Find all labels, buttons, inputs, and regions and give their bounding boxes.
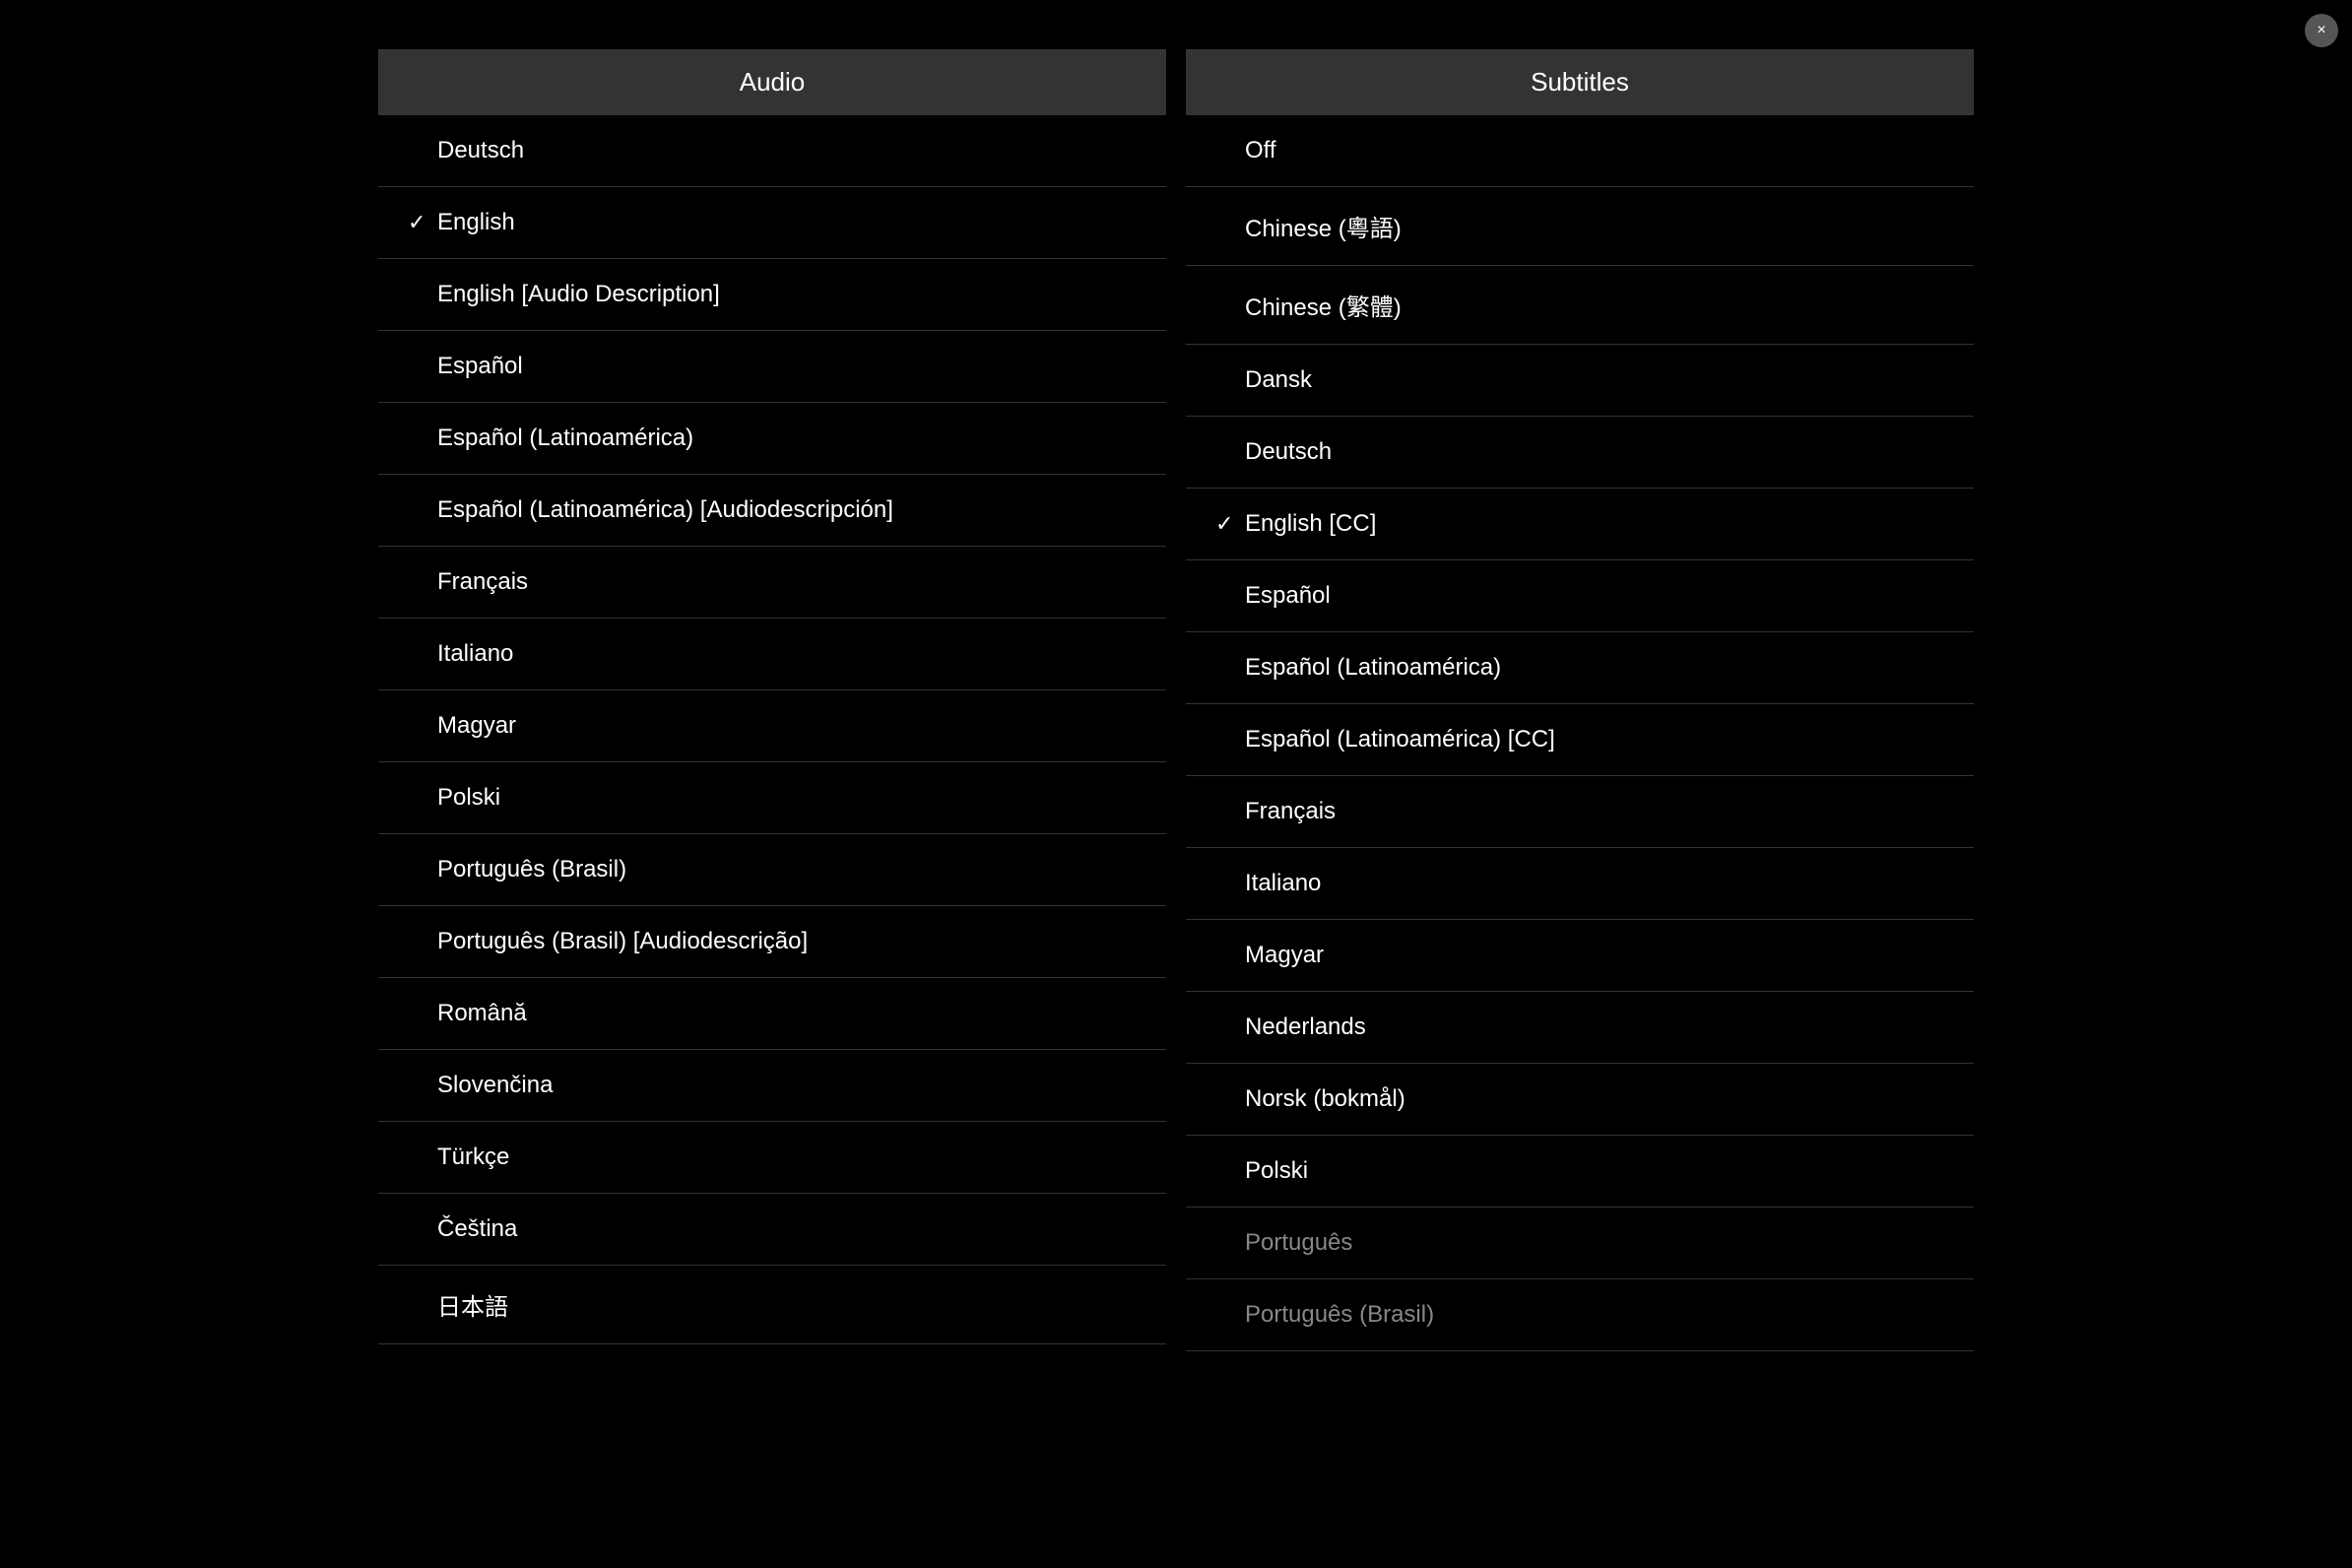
audio-panel-header: Audio xyxy=(378,49,1166,115)
audio-list-item[interactable]: Polski xyxy=(378,762,1166,834)
audio-list-item[interactable]: Deutsch xyxy=(378,115,1166,187)
audio-item-label: English xyxy=(437,209,1137,236)
subtitles-item-label: Español xyxy=(1245,582,1944,610)
audio-item-label: Türkçe xyxy=(437,1143,1137,1171)
audio-item-label: 日本語 xyxy=(437,1287,1137,1322)
subtitles-item-label: English [CC] xyxy=(1245,510,1944,538)
audio-list-item[interactable]: 日本語 xyxy=(378,1266,1166,1344)
check-icon: ✓ xyxy=(1215,511,1235,537)
subtitles-item-label: Norsk (bokmål) xyxy=(1245,1085,1944,1113)
subtitles-list-item[interactable]: Chinese (粵語) xyxy=(1186,187,1974,266)
subtitles-item-label: Dansk xyxy=(1245,366,1944,394)
subtitles-list-item[interactable]: Deutsch xyxy=(1186,417,1974,489)
subtitles-item-label: Español (Latinoamérica) [CC] xyxy=(1245,726,1944,753)
audio-item-label: Italiano xyxy=(437,640,1137,668)
audio-item-label: Español (Latinoamérica) xyxy=(437,425,1137,452)
audio-list-item[interactable]: Italiano xyxy=(378,619,1166,690)
audio-item-label: English [Audio Description] xyxy=(437,281,1137,308)
close-icon: × xyxy=(2317,22,2325,39)
audio-list-item[interactable]: Français xyxy=(378,547,1166,619)
audio-item-label: Slovenčina xyxy=(437,1072,1137,1099)
subtitles-item-label: Português xyxy=(1245,1229,1944,1257)
subtitles-list-item[interactable]: Nederlands xyxy=(1186,992,1974,1064)
audio-list-item[interactable]: Español xyxy=(378,331,1166,403)
check-icon: ✓ xyxy=(408,210,427,235)
subtitles-list-item[interactable]: ✓ English [CC] xyxy=(1186,489,1974,560)
audio-item-label: Deutsch xyxy=(437,137,1137,164)
subtitles-item-label: Nederlands xyxy=(1245,1013,1944,1041)
subtitles-list-item[interactable]: Español (Latinoamérica) [CC] xyxy=(1186,704,1974,776)
audio-list-item[interactable]: Slovenčina xyxy=(378,1050,1166,1122)
subtitles-list-item[interactable]: Português (Brasil) xyxy=(1186,1279,1974,1351)
audio-list-item[interactable]: Português (Brasil) [Audiodescrição] xyxy=(378,906,1166,978)
audio-list-item[interactable]: Čeština xyxy=(378,1194,1166,1266)
audio-item-label: Español (Latinoamérica) [Audiodescripció… xyxy=(437,496,1137,524)
subtitles-list-item[interactable]: Norsk (bokmål) xyxy=(1186,1064,1974,1136)
audio-item-label: Polski xyxy=(437,784,1137,812)
audio-panel: Audio Deutsch ✓ English English [Audio Desc… xyxy=(378,49,1166,1351)
subtitles-list-item[interactable]: Español (Latinoamérica) xyxy=(1186,632,1974,704)
subtitles-item-label: Chinese (粵語) xyxy=(1245,209,1944,243)
audio-item-label: Português (Brasil) xyxy=(437,856,1137,883)
subtitles-list-item[interactable]: Español xyxy=(1186,560,1974,632)
audio-list-item[interactable]: Português (Brasil) xyxy=(378,834,1166,906)
audio-item-label: Español xyxy=(437,353,1137,380)
subtitles-list-item[interactable]: Polski xyxy=(1186,1136,1974,1208)
subtitles-list-item[interactable]: Off xyxy=(1186,115,1974,187)
subtitles-item-label: Off xyxy=(1245,137,1944,164)
subtitles-panel-header: Subtitles xyxy=(1186,49,1974,115)
subtitles-item-label: Español (Latinoamérica) xyxy=(1245,654,1944,682)
subtitles-list-item[interactable]: Dansk xyxy=(1186,345,1974,417)
subtitles-item-label: Magyar xyxy=(1245,942,1944,969)
subtitles-list-item[interactable]: Magyar xyxy=(1186,920,1974,992)
close-button[interactable]: × xyxy=(2305,14,2338,47)
subtitles-panel: Subtitles Off Chinese (粵語) Chinese (繁體) Dan… xyxy=(1186,49,1974,1351)
subtitles-item-label: Français xyxy=(1245,798,1944,825)
subtitles-list-item[interactable]: Chinese (繁體) xyxy=(1186,266,1974,345)
audio-list-item[interactable]: Español (Latinoamérica) xyxy=(378,403,1166,475)
audio-item-label: Čeština xyxy=(437,1215,1137,1243)
subtitles-item-label: Chinese (繁體) xyxy=(1245,288,1944,322)
audio-item-label: Français xyxy=(437,568,1137,596)
subtitles-item-label: Deutsch xyxy=(1245,438,1944,466)
subtitles-item-label: Italiano xyxy=(1245,870,1944,897)
audio-item-label: Română xyxy=(437,1000,1137,1027)
subtitles-list-item[interactable]: Français xyxy=(1186,776,1974,848)
audio-item-label: Magyar xyxy=(437,712,1137,740)
audio-item-label: Português (Brasil) [Audiodescrição] xyxy=(437,928,1137,955)
audio-list-item[interactable]: Magyar xyxy=(378,690,1166,762)
panels-container: Audio Deutsch ✓ English English [Audio Desc… xyxy=(0,0,2352,1401)
audio-list: Deutsch ✓ English English [Audio Descriptio… xyxy=(378,115,1166,1344)
audio-list-item[interactable]: English [Audio Description] xyxy=(378,259,1166,331)
subtitles-list: Off Chinese (粵語) Chinese (繁體) Dansk Deutsch ✓… xyxy=(1186,115,1974,1351)
audio-list-item[interactable]: Română xyxy=(378,978,1166,1050)
audio-list-item[interactable]: ✓ English xyxy=(378,187,1166,259)
subtitles-item-label: Polski xyxy=(1245,1157,1944,1185)
subtitles-item-label: Português (Brasil) xyxy=(1245,1301,1944,1329)
subtitles-list-item[interactable]: Português xyxy=(1186,1208,1974,1279)
subtitles-list-item[interactable]: Italiano xyxy=(1186,848,1974,920)
audio-list-item[interactable]: Türkçe xyxy=(378,1122,1166,1194)
audio-list-item[interactable]: Español (Latinoamérica) [Audiodescripció… xyxy=(378,475,1166,547)
